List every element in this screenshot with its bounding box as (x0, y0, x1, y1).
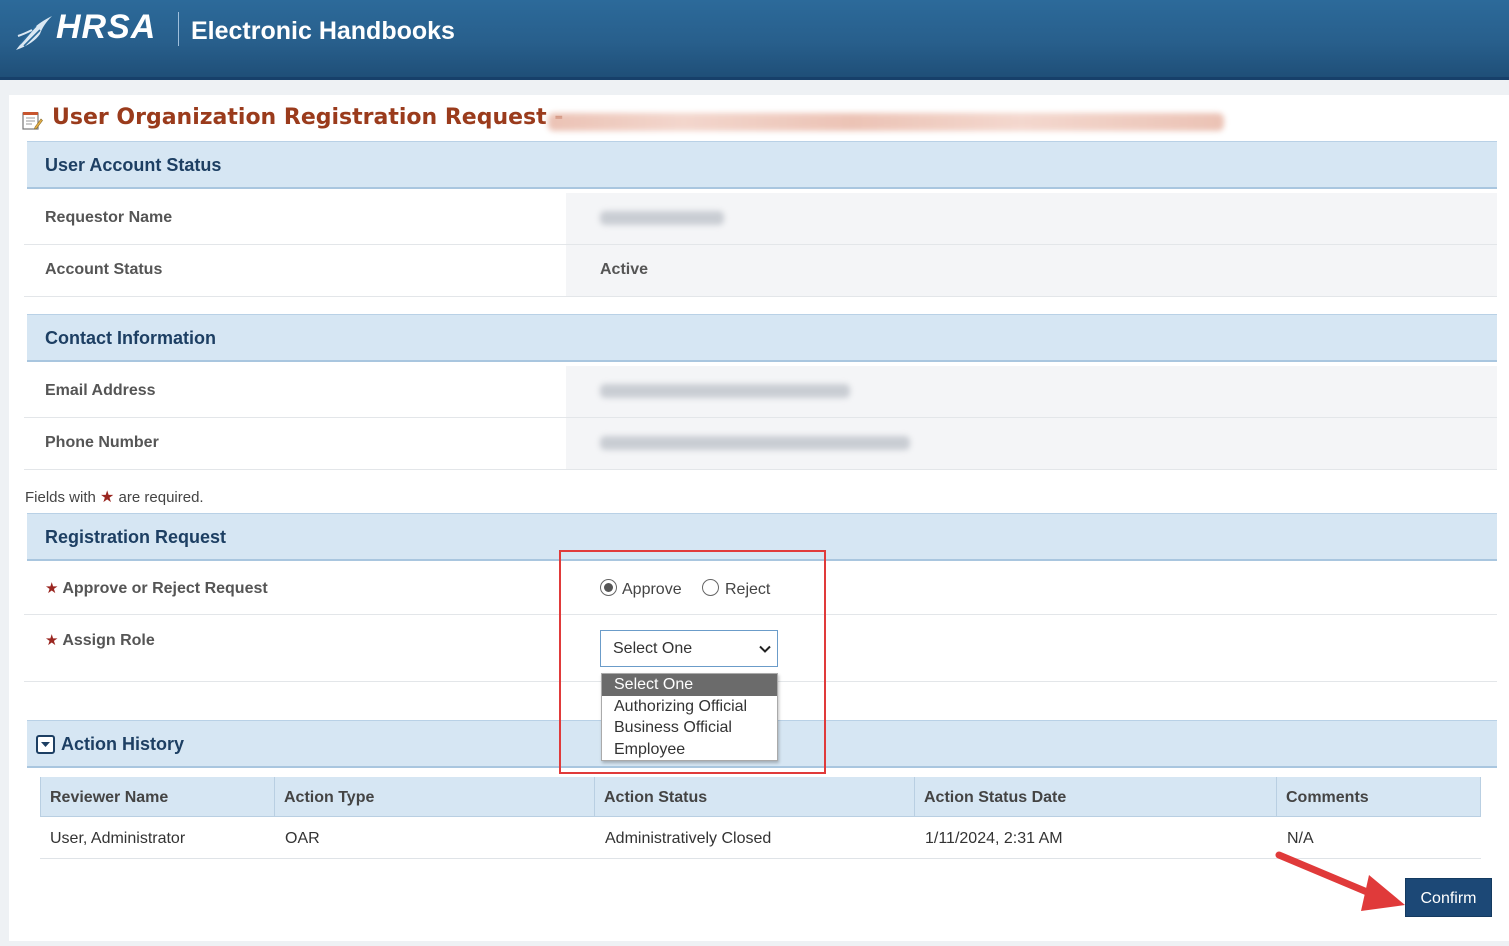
column-header-comments: Comments (1277, 777, 1481, 817)
required-star-icon: ★ (45, 580, 59, 597)
requestor-name-value-cell (566, 193, 1497, 244)
required-star-icon: ★ (45, 632, 59, 649)
row-phone-number: Phone Number (24, 418, 1497, 470)
app-name: Electronic Handbooks (191, 17, 455, 45)
section-user-account-status: User Account Status (27, 141, 1497, 189)
account-status-value: Active (600, 261, 649, 278)
email-value-cell (566, 366, 1497, 417)
assign-role-label: Assign Role (62, 632, 155, 649)
section-contact-information: Contact Information (27, 314, 1497, 362)
section-heading: Contact Information (45, 328, 216, 348)
section-heading: Action History (61, 734, 185, 754)
main-card: User Organization Registration Request -… (9, 95, 1509, 941)
column-header-action-status-date: Action Status Date (915, 777, 1277, 817)
redacted-email (600, 384, 850, 398)
required-fields-note: Fields with ★ are required. (25, 487, 204, 507)
row-account-status: Account Status Active (24, 245, 1497, 297)
cell-action-type: OAR (275, 818, 595, 859)
required-note-suffix: are required. (118, 489, 204, 506)
phone-value-cell (566, 418, 1497, 469)
cell-action-status-date: 1/11/2024, 2:31 AM (915, 818, 1277, 859)
required-note-prefix: Fields with (25, 489, 96, 506)
header-banner: HRSA Electronic Handbooks (0, 0, 1509, 80)
column-header-action-status: Action Status (595, 777, 915, 817)
phone-number-label: Phone Number (45, 434, 159, 451)
column-header-action-type: Action Type (275, 777, 595, 817)
row-email-address: Email Address (24, 366, 1497, 418)
cell-reviewer-name: User, Administrator (40, 818, 275, 859)
hhs-eagle-icon (16, 16, 52, 50)
cell-action-status: Administratively Closed (595, 818, 915, 859)
account-status-value-cell: Active (566, 245, 1497, 296)
approve-reject-label: Approve or Reject Request (62, 580, 268, 597)
confirm-button[interactable]: Confirm (1405, 878, 1492, 917)
page-title-row: User Organization Registration Request - (21, 101, 1224, 135)
account-status-label: Account Status (45, 261, 163, 278)
redacted-organization-name (548, 113, 1224, 131)
required-star-icon: ★ (100, 489, 115, 506)
row-requestor-name: Requestor Name (24, 193, 1497, 245)
redacted-requestor-name (600, 211, 724, 225)
requestor-name-label: Requestor Name (45, 209, 173, 226)
annotation-highlight-box (559, 550, 826, 774)
redacted-phone (600, 436, 910, 450)
logo-divider (178, 12, 179, 46)
collapse-toggle-icon[interactable] (36, 735, 55, 754)
action-history-table: Reviewer Name Action Type Action Status … (40, 777, 1481, 859)
assign-role-label-wrap: ★ Assign Role (45, 631, 155, 650)
approve-reject-label-wrap: ★ Approve or Reject Request (45, 579, 268, 598)
page-title: User Organization Registration Request - (52, 105, 564, 130)
annotation-arrow-icon (1275, 851, 1405, 911)
hrsa-logo: HRSA (56, 8, 157, 46)
column-header-reviewer-name: Reviewer Name (40, 777, 275, 817)
section-heading: User Account Status (45, 155, 222, 175)
section-heading: Registration Request (45, 527, 227, 547)
form-edit-icon (22, 112, 43, 130)
email-address-label: Email Address (45, 382, 156, 399)
